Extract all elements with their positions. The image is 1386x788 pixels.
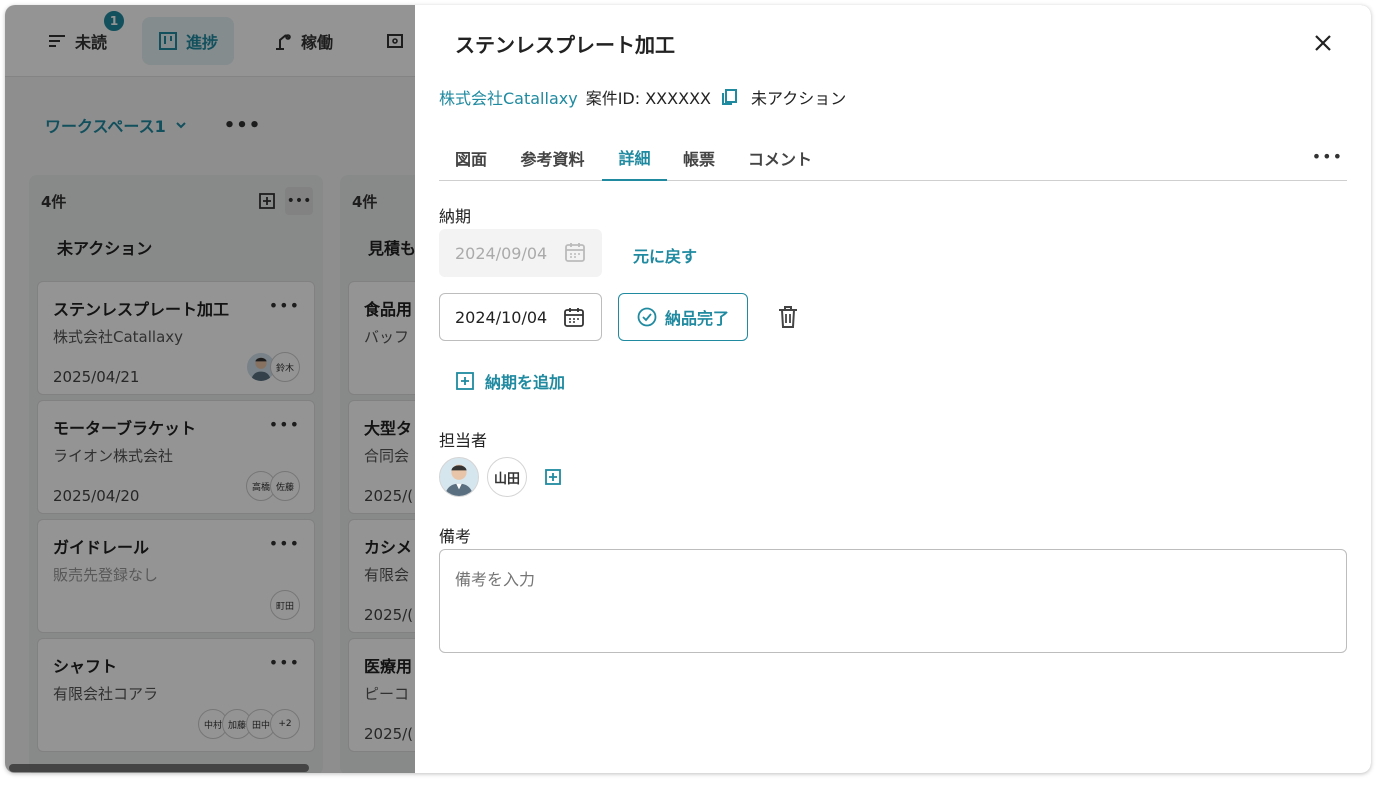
tab-forms[interactable]: 帳票 — [667, 135, 731, 181]
calendar-icon[interactable] — [563, 306, 585, 328]
trash-icon[interactable] — [777, 305, 799, 329]
tab-bar: 図面 参考資料 詳細 帳票 コメント ••• — [439, 135, 1347, 181]
panel-title: ステンレスプレート加工 — [455, 33, 675, 57]
previous-due-date: 2024/09/04 — [439, 229, 602, 277]
close-icon — [1315, 35, 1331, 51]
tab-drawing[interactable]: 図面 — [439, 135, 503, 181]
avatar[interactable]: 山田 — [487, 457, 527, 497]
detail-panel: ステンレスプレート加工 株式会社Catallaxy 案件ID: XXXXXX 未… — [415, 5, 1371, 773]
copy-button[interactable] — [719, 87, 739, 107]
tab-references[interactable]: 参考資料 — [503, 135, 602, 181]
add-assignee-button[interactable] — [539, 463, 567, 491]
add-due-date-button[interactable]: 納期を追加 — [455, 369, 565, 393]
previous-due-date-value: 2024/09/04 — [455, 243, 548, 263]
case-id: 案件ID: XXXXXX — [585, 89, 711, 108]
avatar-photo[interactable] — [439, 457, 479, 497]
status-text: 未アクション — [751, 89, 847, 108]
copy-icon — [722, 89, 737, 105]
check-circle-icon — [637, 307, 657, 327]
add-square-icon — [456, 372, 474, 390]
horizontal-scrollbar[interactable] — [9, 764, 309, 772]
tab-comments[interactable]: コメント — [731, 135, 829, 181]
delivery-complete-label: 納品完了 — [664, 309, 729, 328]
due-date-value: 2024/10/04 — [455, 307, 548, 327]
close-button[interactable] — [1311, 31, 1335, 55]
tab-more-icon[interactable]: ••• — [1312, 147, 1343, 166]
due-label: 納期 — [439, 207, 472, 226]
calendar-icon — [565, 243, 585, 262]
notes-input[interactable] — [439, 549, 1347, 653]
notes-label: 備考 — [439, 527, 472, 546]
app-window: 未読 1 進捗 稼働 ワークスペース1 ••• 4件 ••• 未アクション ステ… — [5, 5, 1371, 773]
case-meta: 株式会社Catallaxy 案件ID: XXXXXX 未アクション — [439, 85, 846, 109]
revert-button[interactable]: 元に戻す — [633, 243, 697, 267]
delivery-complete-button[interactable]: 納品完了 — [618, 293, 748, 341]
assignee-label: 担当者 — [439, 431, 488, 450]
add-square-icon — [545, 469, 561, 485]
due-date-input[interactable]: 2024/10/04 — [439, 293, 602, 341]
assignee-list: 山田 — [439, 457, 567, 497]
company-link[interactable]: 株式会社Catallaxy — [439, 85, 578, 109]
add-due-date-label: 納期を追加 — [485, 373, 566, 392]
tab-details[interactable]: 詳細 — [602, 135, 667, 181]
